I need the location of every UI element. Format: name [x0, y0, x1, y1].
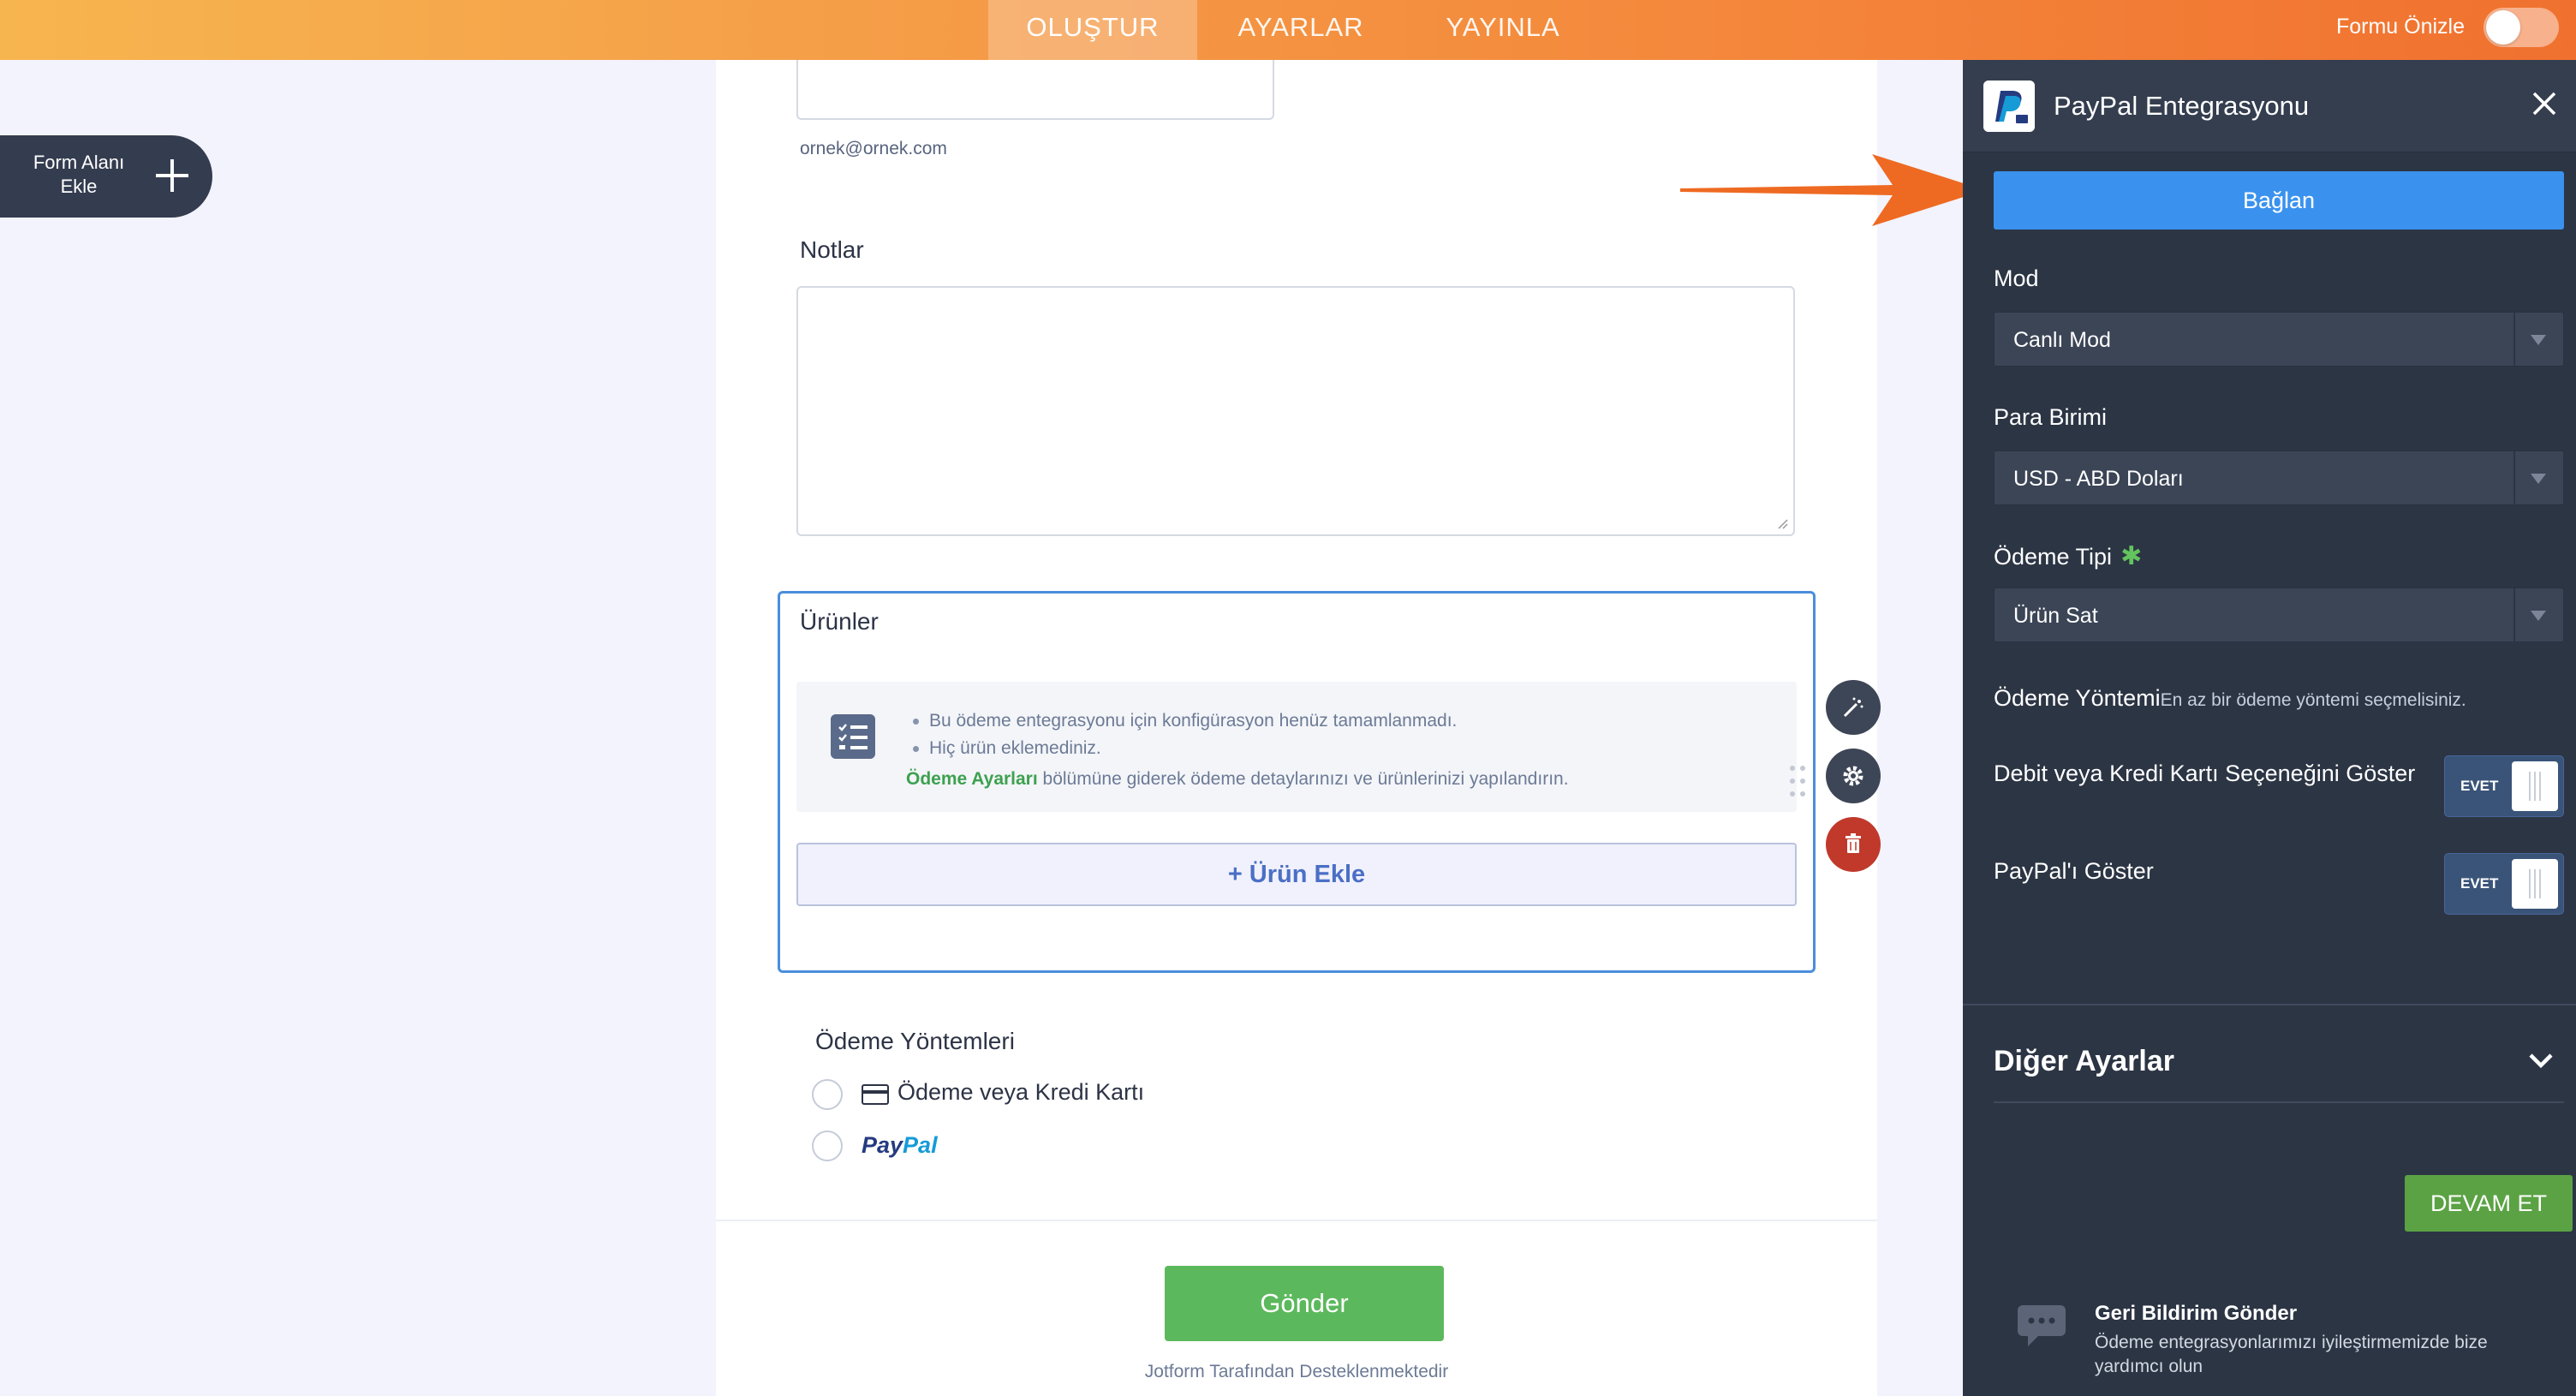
radio-card-option[interactable] — [812, 1079, 843, 1110]
field-settings-button[interactable] — [1826, 749, 1881, 803]
currency-label: Para Birimi — [1994, 404, 2108, 430]
chevron-down-icon — [2531, 611, 2546, 621]
tab-ayarlar[interactable]: AYARLAR — [1216, 0, 1386, 60]
form-canvas: ornek@ornek.com Notlar Ürünler Bu ödeme … — [716, 60, 1881, 1396]
payment-settings-link[interactable]: Ödeme Ayarları — [906, 769, 1038, 789]
trash-icon — [1846, 833, 1861, 853]
form-footer-divider — [716, 1220, 1877, 1221]
magic-wand-icon — [1843, 697, 1863, 718]
panel-header: PayPal Entegrasyonu — [1963, 60, 2576, 152]
tab-olustur[interactable]: OLUŞTUR — [988, 0, 1197, 60]
paypal-logo: PayPal — [862, 1132, 938, 1158]
resize-grip-icon[interactable] — [1776, 517, 1788, 529]
required-star-icon: ✱ — [2120, 542, 2143, 570]
payment-type-value: Ürün Sat — [2013, 604, 2098, 628]
add-form-field-button[interactable]: Form Alanı Ekle — [0, 135, 212, 218]
products-info-panel: Bu ödeme entegrasyonu için konfigürasyon… — [796, 682, 1797, 812]
notes-textarea[interactable] — [796, 286, 1795, 536]
arrow-annotation-icon — [1680, 154, 1985, 226]
gear-icon — [1843, 766, 1863, 786]
chat-bubble-icon[interactable] — [2016, 1304, 2067, 1348]
mode-value: Canlı Mod — [2013, 328, 2111, 352]
email-sublabel: ornek@ornek.com — [800, 139, 947, 158]
show-paypal-label: PayPal'ı Göster — [1994, 858, 2154, 884]
panel-divider — [1963, 1004, 2576, 1005]
notes-label: Notlar — [800, 236, 864, 263]
mode-label: Mod — [1994, 265, 2039, 291]
add-product-button[interactable]: + Ürün Ekle — [796, 843, 1797, 906]
info-config-line: Ödeme Ayarları bölümüne giderek ödeme de… — [906, 769, 1569, 789]
tab-yayinla[interactable]: YAYINLA — [1422, 0, 1584, 60]
email-input[interactable] — [796, 60, 1274, 120]
list-check-icon — [831, 714, 875, 759]
show-card-toggle[interactable]: EVET — [2444, 755, 2564, 817]
toggle-knob — [2486, 10, 2520, 45]
delete-field-button[interactable] — [1826, 817, 1881, 872]
top-navigation-bar: OLUŞTUR AYARLAR YAYINLA Formu Önizle — [0, 0, 2576, 60]
payment-method-label: Ödeme YöntemiEn az bir ödeme yöntemi seç… — [1994, 685, 2466, 711]
paypal-icon — [1983, 81, 2035, 132]
mode-select[interactable]: Canlı Mod — [1994, 312, 2564, 367]
wand-tool-button[interactable] — [1826, 680, 1881, 735]
close-icon[interactable] — [2531, 91, 2557, 116]
feedback-text: Ödeme entegrasyonlarımızı iyileştirmemiz… — [2095, 1333, 2488, 1376]
show-card-label: Debit veya Kredi Kartı Seçeneğini Göster — [1994, 761, 2416, 786]
plus-icon — [156, 159, 188, 192]
credit-card-icon — [862, 1084, 889, 1105]
payment-type-select[interactable]: Ürün Sat — [1994, 588, 2564, 642]
show-paypal-toggle[interactable]: EVET — [2444, 853, 2564, 915]
payment-methods-label: Ödeme Yöntemleri — [815, 1028, 1015, 1054]
paypal-settings-panel: PayPal Entegrasyonu Bağlan Mod Canlı Mod… — [1963, 60, 2576, 1396]
preview-form-label: Formu Önizle — [2335, 15, 2465, 39]
powered-by-text: Jotform Tarafından Desteklenmektedir — [1144, 1362, 1449, 1381]
chevron-down-icon — [2531, 474, 2546, 484]
radio-paypal-option[interactable] — [812, 1131, 843, 1161]
currency-select[interactable]: USD - ABD Doları — [1994, 450, 2564, 505]
other-settings-divider — [1994, 1101, 2564, 1103]
add-form-field-label: Form Alanı Ekle — [33, 152, 125, 197]
continue-button[interactable]: DEVAM ET — [2405, 1175, 2573, 1232]
connect-button[interactable]: Bağlan — [1994, 171, 2564, 230]
payment-method-note: En az bir ödeme yöntemi seçmelisiniz. — [2160, 690, 2466, 710]
preview-form-toggle[interactable] — [2484, 8, 2559, 47]
currency-value: USD - ABD Doları — [2013, 467, 2184, 491]
other-settings-toggle[interactable]: Diğer Ayarlar — [1994, 1045, 2174, 1078]
submit-button[interactable]: Gönder — [1165, 1266, 1444, 1341]
info-bullet-2: Hiç ürün eklemediniz. — [913, 738, 1101, 759]
card-option-label: Ödeme veya Kredi Kartı — [897, 1079, 1145, 1105]
panel-title: PayPal Entegrasyonu — [2054, 91, 2310, 121]
payment-type-label: Ödeme Tipi ✱ — [1994, 542, 2143, 570]
feedback-title[interactable]: Geri Bildirim Gönder — [2095, 1302, 2297, 1326]
chevron-down-icon — [2531, 335, 2546, 345]
info-bullet-1: Bu ödeme entegrasyonu için konfigürasyon… — [913, 711, 1457, 731]
drag-handle-icon[interactable] — [1788, 764, 1807, 798]
products-label: Ürünler — [800, 608, 879, 635]
chevron-down-icon[interactable] — [2528, 1052, 2554, 1071]
